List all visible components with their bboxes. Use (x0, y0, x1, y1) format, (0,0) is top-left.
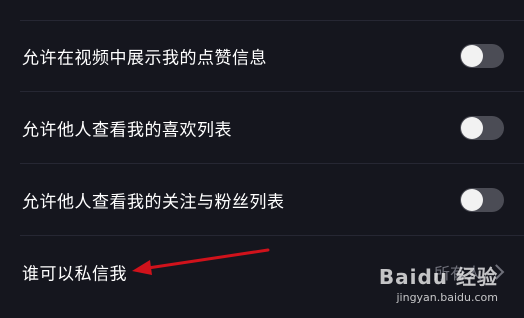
setting-show-likes-in-video: 允许在视频中展示我的点赞信息 (0, 20, 524, 92)
follow-list-toggle[interactable] (460, 188, 504, 212)
setting-view-likes-list: 允许他人查看我的喜欢列表 (0, 92, 524, 164)
toggle-knob (461, 45, 483, 67)
setting-label: 谁可以私信我 (22, 264, 127, 285)
setting-label: 允许他人查看我的关注与粉丝列表 (22, 192, 285, 213)
watermark-url: jingyan.baidu.com (396, 291, 498, 304)
likes-list-toggle[interactable] (460, 116, 504, 140)
watermark-brand: Baidu 经验 (378, 265, 498, 289)
setting-label: 允许他人查看我的喜欢列表 (22, 120, 232, 141)
baidu-watermark: Baidu 经验 jingyan.baidu.com (379, 261, 498, 304)
toggle-knob (461, 189, 483, 211)
setting-view-follow-list: 允许他人查看我的关注与粉丝列表 (0, 164, 524, 236)
toggle-knob (461, 117, 483, 139)
setting-label: 允许在视频中展示我的点赞信息 (22, 48, 267, 69)
show-likes-toggle[interactable] (460, 44, 504, 68)
